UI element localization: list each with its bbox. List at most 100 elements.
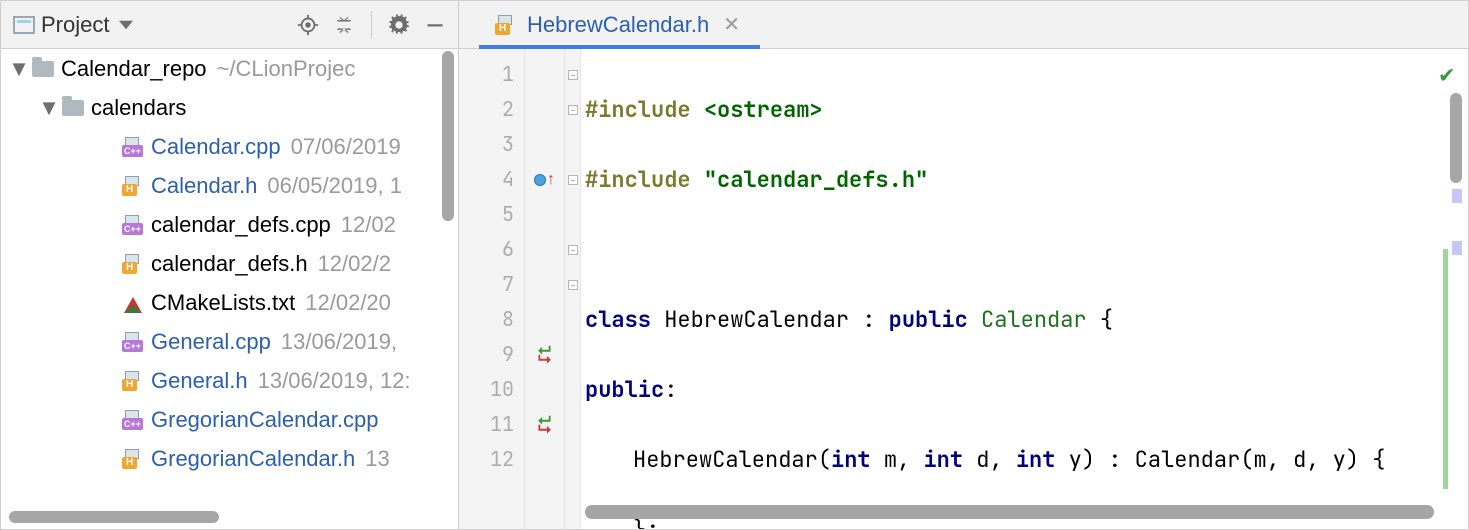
diff-marker-icon[interactable]: ⮠⮡ xyxy=(525,407,564,442)
line-number: 7 xyxy=(459,267,514,302)
expand-arrow-icon[interactable]: ▼ xyxy=(41,95,57,121)
tree-file-meta: 13/06/2019, 12: xyxy=(258,368,411,394)
tree-file-label: GregorianCalendar.cpp xyxy=(151,407,378,433)
editor-horizontal-scrollbar[interactable] xyxy=(585,505,1434,519)
cpp-file-icon xyxy=(122,410,144,430)
tree-file-label: General.h xyxy=(151,368,248,394)
tree-file-meta: 12/02/20 xyxy=(305,290,391,316)
locate-target-icon[interactable] xyxy=(293,10,323,40)
code-token: #include xyxy=(585,165,704,194)
fold-toggle-icon[interactable] xyxy=(568,280,578,290)
code-area[interactable]: #include <ostream> #include "calendar_de… xyxy=(581,49,1468,529)
folder-icon xyxy=(62,100,84,116)
gear-icon[interactable] xyxy=(384,10,414,40)
tree-file-label: General.cpp xyxy=(151,329,271,355)
code-token: HebrewCalendar xyxy=(664,305,862,334)
tree-root-path: ~/CLionProjec xyxy=(217,56,356,82)
tree-file[interactable]: ▼General.cpp13/06/2019, xyxy=(1,322,458,361)
fold-toggle-icon[interactable] xyxy=(568,105,578,115)
cpp-file-icon xyxy=(122,332,144,352)
expand-arrow-icon[interactable]: ▼ xyxy=(11,56,27,82)
h-file-icon xyxy=(122,176,144,196)
code-token: m, xyxy=(884,445,924,474)
project-tree[interactable]: ▼ Calendar_repo ~/CLionProjec ▼ calendar… xyxy=(1,49,458,529)
code-token: public xyxy=(585,375,664,404)
h-file-icon xyxy=(122,254,144,274)
code-token: : xyxy=(862,305,888,334)
diff-marker-icon[interactable]: ⮠⮡ xyxy=(525,337,564,372)
tree-file-meta: 13 xyxy=(365,446,389,472)
editor-vertical-scrollbar[interactable] xyxy=(1450,93,1462,183)
tree-folder-label: calendars xyxy=(91,95,186,121)
cpp-file-icon xyxy=(122,215,144,235)
code-token: y) : Calendar(m, d, y) { xyxy=(1069,445,1386,474)
line-number: 11 xyxy=(459,407,514,442)
minimap-marker[interactable] xyxy=(1452,189,1462,203)
folder-icon xyxy=(32,61,54,77)
tree-file-label: Calendar.h xyxy=(151,173,257,199)
editor-tabs: HebrewCalendar.h ✕ xyxy=(459,1,1468,49)
line-number: 12 xyxy=(459,442,514,477)
tree-file[interactable]: ▼Calendar.h06/05/2019, 1 xyxy=(1,166,458,205)
close-tab-icon[interactable]: ✕ xyxy=(719,10,744,39)
code-token: { xyxy=(1100,305,1113,334)
change-marker xyxy=(1443,249,1448,489)
code-token: int xyxy=(1016,445,1069,474)
tree-file-meta: 13/06/2019, xyxy=(281,329,397,355)
line-number: 2 xyxy=(459,92,514,127)
tree-file[interactable]: ▼General.h13/06/2019, 12: xyxy=(1,361,458,400)
project-vertical-scrollbar[interactable] xyxy=(442,51,454,221)
line-number: 3 xyxy=(459,127,514,162)
tree-file-meta: 06/05/2019, 1 xyxy=(267,173,402,199)
project-view-icon xyxy=(13,16,35,34)
project-horizontal-scrollbar[interactable] xyxy=(9,511,219,523)
editor-body: 1 2 3 4 5 6 7 8 9 10 11 12 ↑ ⮠⮡ ⮠⮡ xyxy=(459,49,1468,529)
editor-tab[interactable]: HebrewCalendar.h ✕ xyxy=(479,1,760,48)
collapse-all-icon[interactable] xyxy=(329,10,359,40)
project-tool-window: Project ▼ Calendar_repo xyxy=(1,1,459,529)
line-number: 4 xyxy=(459,162,514,197)
tree-root[interactable]: ▼ Calendar_repo ~/CLionProjec xyxy=(1,49,458,88)
code-token: #include xyxy=(585,95,704,124)
tree-file-label: Calendar.cpp xyxy=(151,134,281,160)
inspection-ok-icon[interactable]: ✔ xyxy=(1440,57,1454,92)
code-token: : xyxy=(664,375,677,404)
fold-toggle-icon[interactable] xyxy=(568,175,578,185)
tree-file[interactable]: ▼CMakeLists.txt12/02/20 xyxy=(1,283,458,322)
fold-gutter[interactable] xyxy=(565,49,581,529)
tree-file[interactable]: ▼calendar_defs.cpp12/02 xyxy=(1,205,458,244)
tree-file-label: CMakeLists.txt xyxy=(151,290,295,316)
tree-file[interactable]: ▼calendar_defs.h12/02/2 xyxy=(1,244,458,283)
tree-file[interactable]: ▼GregorianCalendar.cpp xyxy=(1,400,458,439)
h-file-icon xyxy=(122,449,144,469)
editor-tab-label: HebrewCalendar.h xyxy=(527,12,709,38)
line-number: 8 xyxy=(459,302,514,337)
line-number-gutter[interactable]: 1 2 3 4 5 6 7 8 9 10 11 12 xyxy=(459,49,525,529)
tree-file[interactable]: ▼GregorianCalendar.h13 xyxy=(1,439,458,478)
minimap-marker[interactable] xyxy=(1452,241,1462,255)
code-token: d, xyxy=(976,445,1016,474)
code-token: Calendar xyxy=(981,305,1100,334)
project-view-chooser-icon[interactable] xyxy=(119,18,133,32)
gutter-markers[interactable]: ↑ ⮠⮡ ⮠⮡ xyxy=(525,49,565,529)
project-panel-title[interactable]: Project xyxy=(41,12,109,38)
code-token: <ostream> xyxy=(704,95,823,124)
code-token: "calendar_defs.h" xyxy=(704,165,928,194)
h-file-icon xyxy=(495,15,517,35)
hide-icon[interactable] xyxy=(420,10,450,40)
fold-toggle-icon[interactable] xyxy=(568,245,578,255)
tree-file-meta: 07/06/2019 xyxy=(291,134,401,160)
tree-file[interactable]: ▼Calendar.cpp07/06/2019 xyxy=(1,127,458,166)
tree-file-label: GregorianCalendar.h xyxy=(151,446,355,472)
fold-toggle-icon[interactable] xyxy=(568,70,578,80)
project-panel-header: Project xyxy=(1,1,458,49)
tree-folder[interactable]: ▼ calendars xyxy=(1,88,458,127)
h-file-icon xyxy=(122,371,144,391)
code-token: class xyxy=(585,305,664,334)
code-editor: HebrewCalendar.h ✕ 1 2 3 4 5 6 7 8 9 10 … xyxy=(459,1,1468,529)
line-number: 9 xyxy=(459,337,514,372)
code-token: public xyxy=(889,305,981,334)
override-marker-icon[interactable]: ↑ xyxy=(525,162,564,197)
line-number: 1 xyxy=(459,57,514,92)
toolbar-separator xyxy=(371,11,372,39)
